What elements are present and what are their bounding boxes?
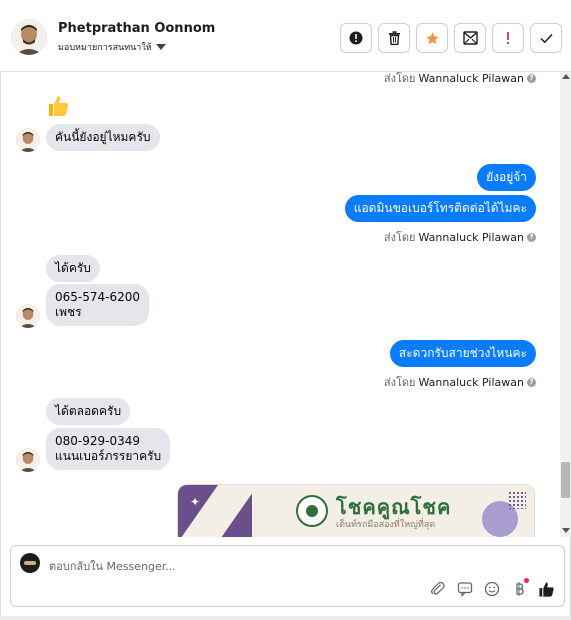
message-bubble-incoming: 080-929-0349 แนนเบอร์ภรรยาครับ [46,428,171,470]
spam-icon [507,32,509,44]
window-bottom-edge [0,616,571,620]
message-line: เพชร [55,305,82,319]
scroll-up-icon[interactable] [562,74,570,79]
message-bubble-incoming: ได้ตลอดครับ [46,398,131,425]
info-icon[interactable]: ? [527,73,536,83]
notification-dot [524,578,529,583]
banner-decoration [508,491,526,509]
emoji-icon[interactable] [483,580,501,598]
agent-name: Wannaluck Pilawan [418,230,525,244]
assign-dropdown[interactable]: มอบหมายการสนทนาให้ [58,40,166,54]
customer-avatar-small [16,448,40,472]
star-icon [425,31,439,44]
message-bubble-incoming: คันนี้ยังอยู่ไหมครับ [46,124,160,151]
scroll-thumb[interactable] [561,462,570,498]
trash-icon [388,31,400,45]
info-icon[interactable]: ? [527,232,536,242]
delete-button[interactable] [378,23,410,53]
message-bubble-outgoing: สะดวกรับสายช่วงไหนคะ [389,340,536,367]
payment-icon[interactable] [510,578,529,598]
done-button[interactable] [530,23,562,53]
message-line: แนนเบอร์ภรรยาครับ [55,449,162,463]
scroll-down-icon[interactable] [562,528,570,533]
assign-label: มอบหมายการสนทนาให้ [58,43,152,53]
message-bubble-incoming: 065-574-6200 เพชร [46,284,150,326]
page-avatar [20,553,40,573]
thumbs-up-icon [49,96,69,116]
image-attachment[interactable]: ✦ โชคคูณโชค เต็นท์รถมือสองที่ใหญ่ที่สุด [177,484,535,537]
sent-by-note: ส่งโดย Wannaluck Pilawan ? [384,72,536,87]
agent-name: Wannaluck Pilawan [418,72,525,85]
customer-avatar[interactable] [11,19,47,55]
customer-avatar-small [16,128,40,152]
alert-circle-icon [349,31,363,45]
sparkle-icon: ✦ [190,495,201,509]
star-button[interactable] [416,23,448,53]
spam-button[interactable] [492,23,524,53]
message-scrollbar[interactable] [560,72,571,537]
banner-tagline: เต็นท์รถมือสองที่ใหญ่ที่สุด [336,520,436,530]
sent-by-note: ส่งโดย Wannaluck Pilawan ? [384,228,536,246]
conversation-header: Phetprathan Oonnom มอบหมายการสนทนาให้ [0,0,571,72]
info-icon[interactable]: ? [527,377,536,387]
saved-replies-icon[interactable] [456,580,474,598]
message-bubble-outgoing: แอดมินขอเบอร์โทรติดต่อได้ไมคะ [344,195,536,222]
thumbs-up-icon [538,581,554,597]
message-list[interactable]: ส่งโดย Wannaluck Pilawan ? คันนี้ยังอยู่… [0,72,560,537]
message-bubble-outgoing: ยังอยู่จ้า [477,164,536,191]
message-line: 065-574-6200 [55,290,141,304]
mark-unread-button[interactable] [454,23,486,53]
message-line: 080-929-0349 [55,434,141,448]
dealer-logo [296,495,328,527]
header-actions [340,23,562,53]
chevron-down-icon [155,44,166,50]
sent-by-note: ส่งโดย Wannaluck Pilawan ? [384,373,536,391]
message-bubble-incoming: ได้ครับ [46,255,100,282]
send-like-button[interactable] [537,580,555,598]
agent-name: Wannaluck Pilawan [418,375,525,389]
composer-tools [429,578,555,598]
attachment-icon[interactable] [429,580,447,598]
customer-avatar-small [16,304,40,328]
reply-composer[interactable]: ตอบกลับใน Messenger... [10,545,565,607]
check-icon [539,33,553,43]
reply-input[interactable]: ตอบกลับใน Messenger... [49,557,176,575]
alert-button[interactable] [340,23,372,53]
mark-unread-icon [462,31,478,45]
customer-name: Phetprathan Oonnom [58,21,216,36]
